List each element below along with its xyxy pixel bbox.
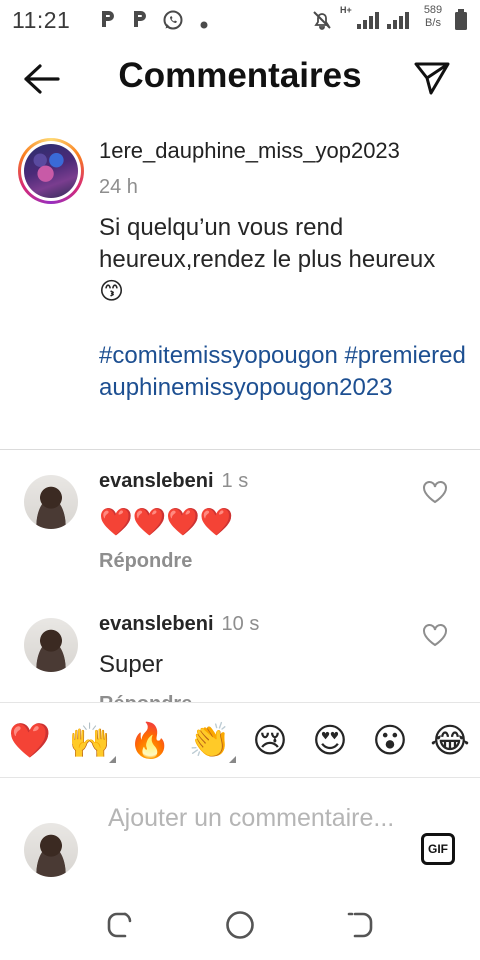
comment-username[interactable]: evanslebeni 1 s: [99, 470, 248, 493]
emoji-clapping[interactable]: 👏: [188, 721, 236, 763]
emoji-raised-hands[interactable]: 🙌: [68, 721, 116, 763]
battery-icon: [454, 9, 468, 36]
comment-text: ❤️❤️❤️❤️: [99, 507, 234, 537]
emoji-surprised[interactable]: 😮: [368, 721, 412, 761]
signal-icon: [386, 10, 412, 35]
recents-icon: [107, 912, 132, 938]
caption-username[interactable]: 1ere_dauphine_miss_yop2023: [99, 138, 400, 164]
p-app-icon: [130, 9, 150, 35]
emoji-reaction-bar: ❤️ 🙌 🔥 👏 😢 😍 😮 😂: [0, 702, 480, 778]
story-ring-avatar[interactable]: [18, 138, 84, 204]
comment-time: 1 s: [221, 470, 249, 492]
caption-text: Si quelqu’un vous rend heureux,rendez le…: [99, 214, 436, 305]
net-speed: 589 B/s: [420, 4, 446, 30]
emoji-fire[interactable]: 🔥: [128, 721, 172, 761]
like-button[interactable]: [422, 623, 448, 647]
p-app-icon: [98, 9, 118, 35]
system-nav-bar: [0, 900, 480, 960]
gif-button[interactable]: GIF: [421, 833, 455, 865]
comment-item: evanslebeni 10 s Super Répondre: [0, 593, 480, 702]
heart-outline-icon: [423, 624, 447, 647]
skin-tone-indicator: [109, 756, 116, 763]
back-nav-button[interactable]: [343, 908, 377, 942]
comment-input[interactable]: [108, 802, 398, 872]
avatar: [24, 823, 78, 877]
caption-time: 24 h: [99, 176, 138, 198]
like-button[interactable]: [422, 480, 448, 504]
comment-username[interactable]: evanslebeni 10 s: [99, 613, 259, 636]
comment-username-text[interactable]: evanslebeni: [99, 613, 214, 635]
emoji-crying[interactable]: 😢: [248, 721, 292, 761]
home-button[interactable]: [223, 908, 257, 942]
whatsapp-icon: [162, 9, 184, 36]
emoji-laughing[interactable]: 😂: [428, 721, 472, 761]
comments-list[interactable]: evanslebeni 1 s ❤️❤️❤️❤️ Répondre evansle…: [0, 450, 480, 702]
avatar: [24, 144, 78, 198]
header: Commentaires: [0, 40, 480, 116]
net-speed-value: 589: [423, 4, 443, 16]
reply-button[interactable]: Répondre: [99, 550, 192, 573]
comment-username-text[interactable]: evanslebeni: [99, 470, 214, 492]
heart-outline-icon: [423, 481, 447, 504]
avatar[interactable]: [24, 618, 78, 672]
comment-time: 10 s: [221, 613, 260, 635]
share-button[interactable]: [412, 60, 452, 96]
paper-plane-icon: [414, 62, 450, 95]
avatar[interactable]: [24, 475, 78, 529]
back-nav-icon: [347, 912, 373, 938]
caption-hashtags[interactable]: #comitemissyopougon #premieredauphinemis…: [99, 340, 469, 404]
comment-item: evanslebeni 1 s ❤️❤️❤️❤️ Répondre: [0, 450, 480, 580]
mute-icon: [310, 8, 334, 37]
status-time: 11:21: [12, 7, 71, 33]
net-speed-unit: B/s: [425, 17, 441, 29]
skin-tone-indicator: [229, 756, 236, 763]
emoji-heart-eyes[interactable]: 😍: [308, 721, 352, 761]
comment-text: Super: [99, 651, 164, 678]
emoji-heart[interactable]: ❤️: [8, 721, 52, 761]
page-title: Commentaires: [118, 56, 362, 95]
signal-icon: [356, 10, 382, 35]
recents-button[interactable]: [103, 908, 137, 942]
reply-button[interactable]: Répondre: [99, 693, 192, 702]
status-bar: 11:21 H+ 589 B/s: [0, 0, 480, 40]
home-circle-icon: [226, 911, 254, 939]
comment-composer: GIF: [0, 790, 480, 900]
dot-icon: [200, 16, 208, 34]
network-type: H+: [340, 5, 352, 15]
